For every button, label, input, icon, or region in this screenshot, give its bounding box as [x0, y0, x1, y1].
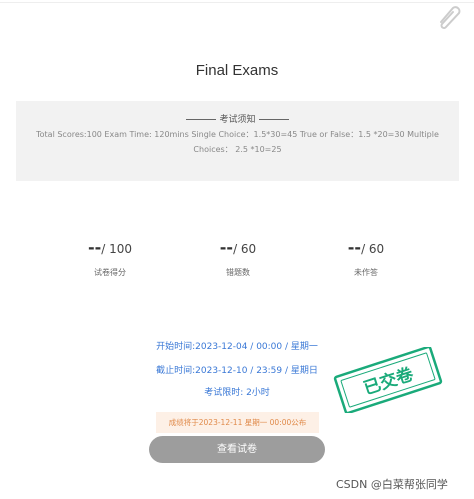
stat-unanswered: --/ 60 未作答	[311, 238, 421, 278]
score-stats: --/ 100 试卷得分 --/ 60 错题数 --/ 60 未作答	[0, 238, 474, 288]
stat-wrong: --/ 60 错题数	[183, 238, 293, 278]
notice-rule-right	[258, 119, 289, 120]
wrong-label: 错题数	[226, 268, 250, 277]
unanswered-total: / 60	[361, 242, 385, 256]
exam-notice-panel: 考试须知 Total Scores:100 Exam Time: 120mins…	[16, 101, 459, 181]
paperclip-icon[interactable]	[432, 0, 462, 30]
unanswered-label: 未作答	[354, 268, 378, 277]
score-label: 试卷得分	[94, 268, 126, 277]
score-value: --	[87, 238, 102, 257]
wrong-value: --	[219, 238, 234, 257]
exam-title: Final Exams	[195, 62, 279, 79]
publish-notice: 成绩将于2023-12-11 星期一 00:00公布	[156, 412, 319, 433]
notice-rule-left	[186, 119, 217, 120]
unanswered-value: --	[347, 238, 362, 257]
view-paper-button[interactable]: 查看试卷	[149, 436, 325, 463]
stat-score: --/ 100 试卷得分	[55, 238, 165, 278]
notice-text: Total Scores:100 Exam Time: 120mins Sing…	[36, 130, 439, 154]
notice-header: 考试须知	[16, 112, 459, 125]
top-divider	[0, 2, 474, 3]
notice-heading: 考试须知	[219, 115, 256, 125]
score-total: / 100	[101, 242, 133, 256]
wrong-total: / 60	[233, 242, 257, 256]
watermark: CSDN @白菜帮张同学	[336, 478, 448, 491]
submitted-stamp: 已交卷	[333, 347, 443, 413]
